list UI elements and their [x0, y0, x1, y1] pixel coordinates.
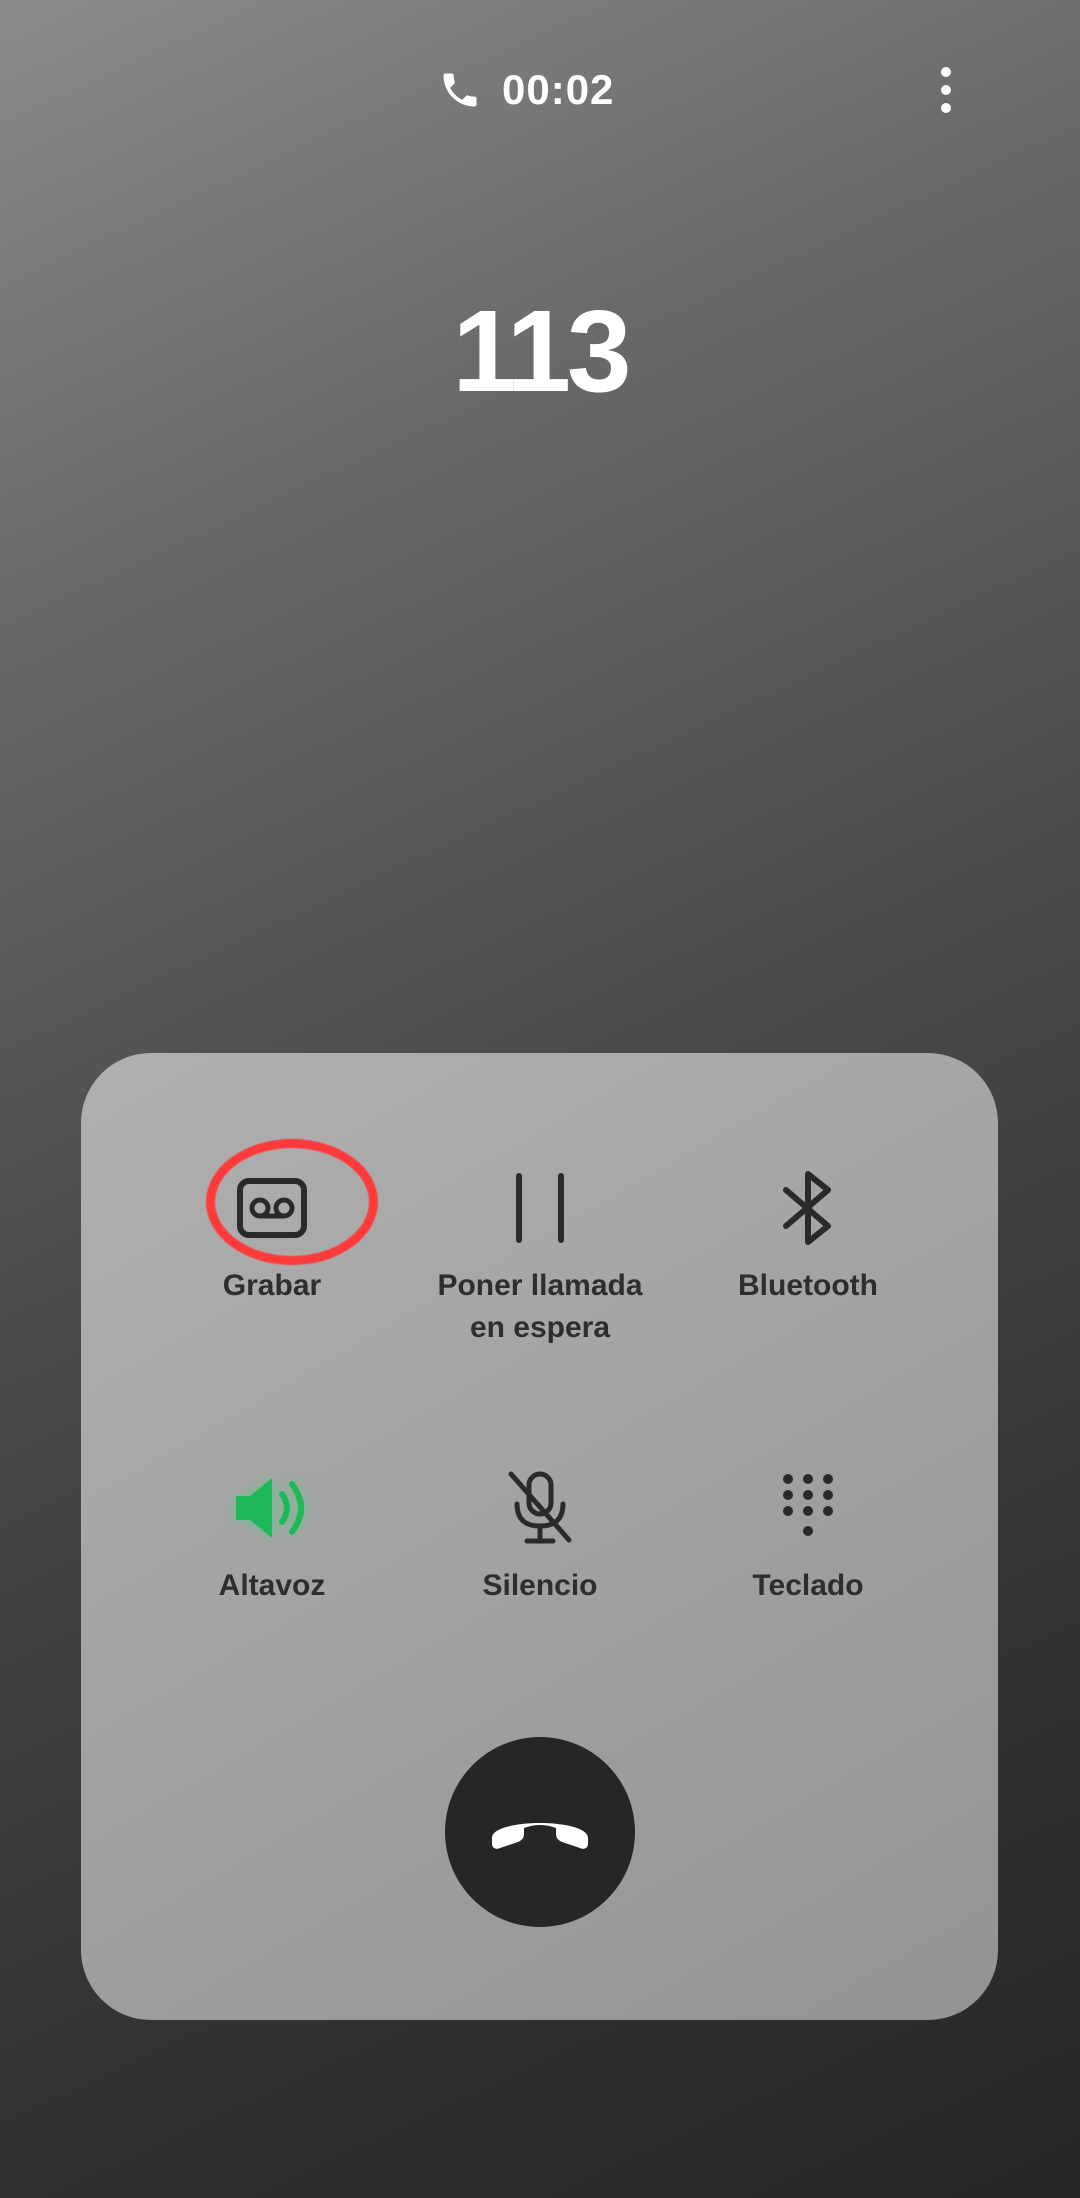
hold-label: Poner llamada en espera [437, 1269, 643, 1344]
mute-label: Silencio [482, 1569, 598, 1602]
call-status: 00:02 [438, 58, 614, 122]
speaker-button[interactable]: Altavoz [122, 1453, 422, 1607]
pause-icon [516, 1173, 564, 1243]
phone-icon [443, 73, 477, 107]
hold-button[interactable]: Poner llamada en espera [390, 1153, 690, 1349]
bluetooth-icon [783, 1171, 831, 1245]
call-duration: 00:02 [502, 66, 615, 113]
more-vertical-icon [941, 67, 951, 113]
record-label: Grabar [222, 1269, 322, 1302]
bluetooth-label: Bluetooth [738, 1269, 878, 1302]
keypad-icon [783, 1474, 833, 1536]
mute-button[interactable]: Silencio [390, 1453, 690, 1607]
call-header: 00:02 [0, 58, 1080, 122]
end-call-icon [492, 1823, 588, 1849]
record-highlight-circle [206, 1139, 378, 1265]
call-controls-panel: Grabar Poner llamada en espera Bluetooth [81, 1053, 998, 2020]
caller-number: 113 [452, 286, 631, 416]
record-button[interactable]: Grabar [122, 1139, 422, 1307]
keypad-button[interactable]: Teclado [658, 1453, 958, 1607]
more-options-button[interactable] [920, 58, 972, 122]
speaker-icon [236, 1478, 304, 1538]
keypad-label: Teclado [752, 1569, 864, 1602]
bluetooth-button[interactable]: Bluetooth [658, 1153, 958, 1307]
end-call-button[interactable] [445, 1737, 635, 1927]
speaker-label: Altavoz [218, 1569, 326, 1602]
mic-off-icon [508, 1471, 572, 1544]
